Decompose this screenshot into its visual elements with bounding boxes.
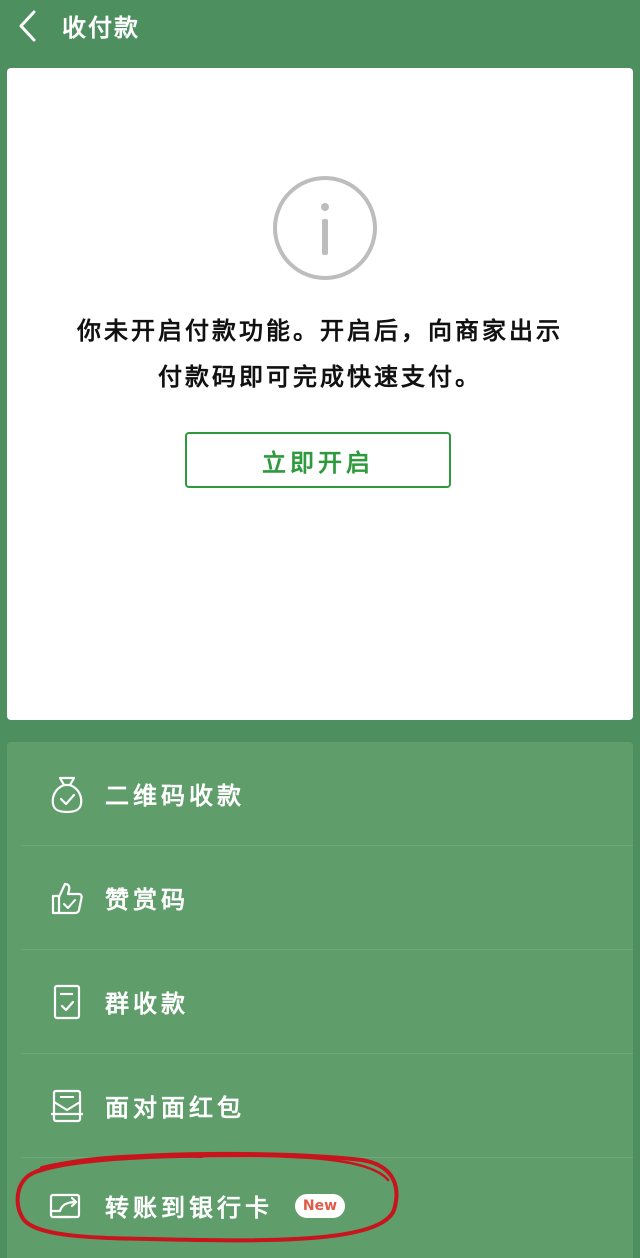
money-bag-icon bbox=[47, 774, 87, 814]
menu-item-label: 面对面红包 bbox=[105, 1094, 245, 1122]
menu-item-label: 赞赏码 bbox=[105, 886, 189, 914]
red-packet-icon bbox=[47, 1086, 87, 1126]
menu-item-qr-receive[interactable]: 二维码收款 bbox=[7, 742, 633, 845]
enable-now-button[interactable]: 立即开启 bbox=[185, 432, 451, 488]
document-list-icon bbox=[47, 982, 87, 1022]
menu-item-red-packet[interactable]: 面对面红包 bbox=[7, 1054, 633, 1157]
menu-item-label: 群收款 bbox=[105, 990, 189, 1018]
menu-item-reward-code[interactable]: 赞赏码 bbox=[7, 846, 633, 949]
payment-card: 你未开启付款功能。开启后，向商家出示 付款码即可完成快速支付。 立即开启 bbox=[7, 68, 633, 720]
header-bar: 收付款 bbox=[0, 0, 640, 60]
payment-disabled-message: 你未开启付款功能。开启后，向商家出示 付款码即可完成快速支付。 bbox=[7, 308, 633, 400]
menu-item-label: 二维码收款 bbox=[105, 782, 245, 810]
message-line-1: 你未开启付款功能。开启后，向商家出示 bbox=[77, 317, 563, 345]
message-line-2: 付款码即可完成快速支付。 bbox=[158, 363, 482, 391]
back-button[interactable] bbox=[8, 6, 48, 46]
chevron-left-icon bbox=[19, 10, 36, 42]
info-circle-icon bbox=[273, 176, 377, 280]
thumbs-up-icon bbox=[47, 878, 87, 918]
highlight-circle-annotation bbox=[15, 1151, 399, 1243]
menu-item-group-collect[interactable]: 群收款 bbox=[7, 950, 633, 1053]
page-title: 收付款 bbox=[62, 14, 140, 42]
